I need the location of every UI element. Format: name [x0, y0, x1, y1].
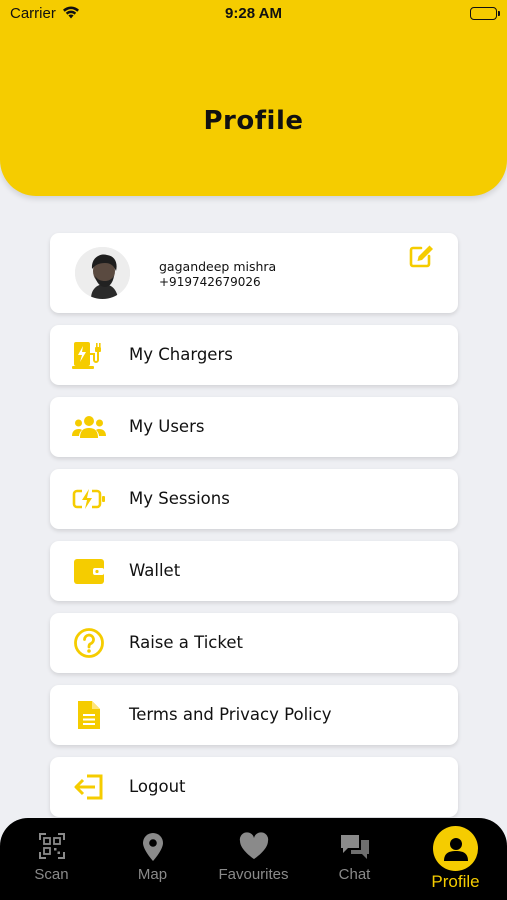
menu-label: My Sessions: [129, 489, 230, 508]
menu-item-my-chargers[interactable]: My Chargers: [50, 325, 458, 385]
menu-label: Raise a Ticket: [129, 633, 243, 652]
page-title: Profile: [203, 106, 304, 136]
edit-profile-button[interactable]: [408, 243, 436, 269]
tab-map[interactable]: Map: [102, 818, 203, 900]
question-icon: [72, 626, 106, 660]
tab-scan[interactable]: Scan: [1, 818, 102, 900]
status-bar: Carrier 9:28 AM: [0, 0, 507, 30]
menu-item-terms-privacy[interactable]: Terms and Privacy Policy: [50, 685, 458, 745]
menu-item-logout[interactable]: Logout: [50, 757, 458, 817]
tab-chat[interactable]: Chat: [304, 818, 405, 900]
profile-card[interactable]: gagandeep mishra +919742679026: [50, 233, 458, 313]
menu-label: My Users: [129, 417, 205, 436]
menu-item-my-users[interactable]: My Users: [50, 397, 458, 457]
users-icon: [72, 410, 106, 444]
battery-icon: [470, 7, 500, 20]
menu-label: Logout: [129, 777, 186, 796]
bottom-tab-bar: Scan Map Favourites Chat Profile: [0, 818, 507, 900]
clock: 9:28 AM: [225, 5, 282, 22]
qr-code-icon: [1, 832, 102, 864]
map-pin-icon: [102, 832, 203, 864]
logout-icon: [72, 770, 106, 804]
heart-icon: [203, 832, 304, 864]
tab-label: Chat: [338, 866, 371, 883]
tab-label: Profile: [431, 872, 480, 891]
avatar: [75, 247, 130, 299]
user-name: gagandeep mishra: [159, 259, 277, 274]
menu-label: My Chargers: [129, 345, 233, 364]
user-phone: +919742679026: [159, 275, 261, 289]
tab-profile[interactable]: Profile: [405, 818, 506, 900]
chat-icon: [304, 832, 405, 864]
battery-charging-icon: [72, 482, 106, 516]
menu-label: Wallet: [129, 561, 181, 580]
edit-icon: [409, 245, 433, 268]
tab-label: Scan: [34, 866, 69, 883]
document-icon: [72, 698, 106, 732]
person-icon: [433, 826, 478, 871]
tab-label: Favourites: [218, 866, 289, 883]
menu-item-my-sessions[interactable]: My Sessions: [50, 469, 458, 529]
tab-favourites[interactable]: Favourites: [203, 818, 304, 900]
menu-label: Terms and Privacy Policy: [129, 705, 332, 724]
menu-item-raise-ticket[interactable]: Raise a Ticket: [50, 613, 458, 673]
menu-item-wallet[interactable]: Wallet: [50, 541, 458, 601]
tab-label: Map: [137, 866, 168, 883]
wallet-icon: [72, 554, 106, 588]
charger-icon: [72, 338, 106, 372]
